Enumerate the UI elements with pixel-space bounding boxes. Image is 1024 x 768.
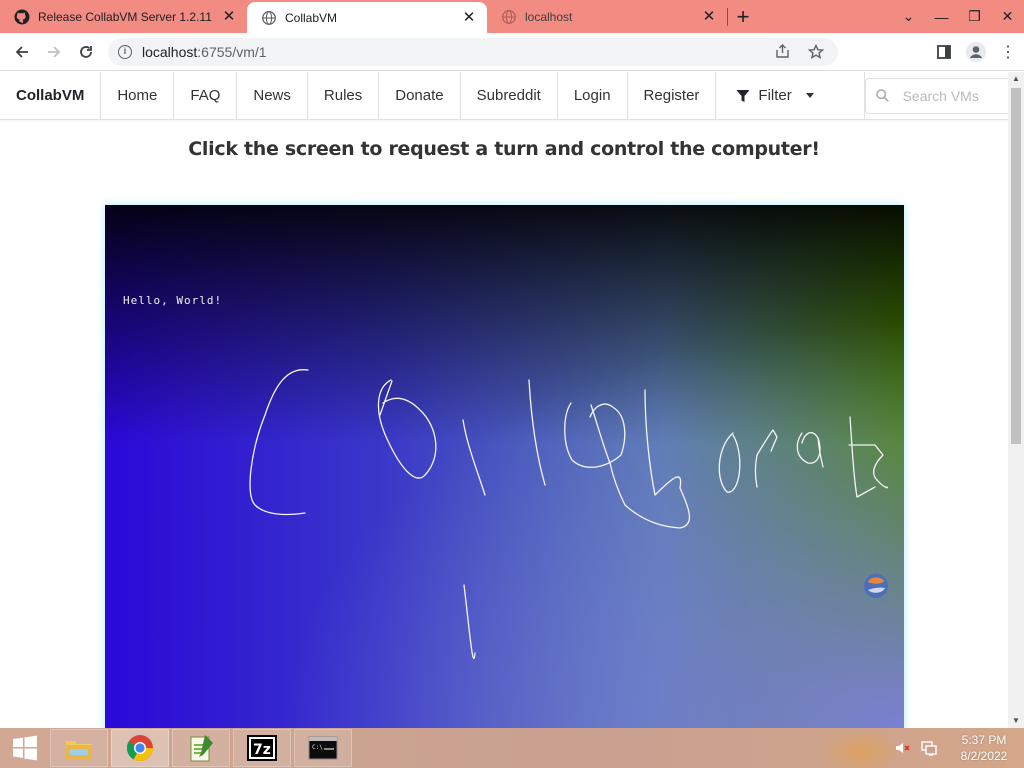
tab-title: localhost (525, 9, 573, 24)
tab-title: CollabVM (285, 10, 338, 25)
tab-release-collabvm[interactable]: Release CollabVM Server 1.2.11 ✕ (0, 0, 247, 33)
sidepanel-icon[interactable] (928, 36, 960, 68)
freehand-drawing (249, 369, 889, 660)
7zip-icon[interactable]: 7z (233, 729, 291, 767)
address-host: localhost (142, 43, 198, 60)
windows-taskbar: 7z C:\ 5:37 PM 8/2/2022 (0, 728, 1024, 768)
clock-time: 5:37 PM (961, 733, 1007, 747)
menu-icon[interactable]: ⋮ (992, 36, 1024, 68)
taskbar-wallpaper-glow (820, 728, 900, 768)
caret-down-icon (805, 93, 814, 98)
tab-localhost[interactable]: localhost ✕ (487, 0, 727, 33)
globe-icon (501, 9, 517, 25)
scroll-down-icon[interactable]: ▼ (1008, 714, 1024, 728)
back-button[interactable] (6, 36, 38, 68)
clock-date: 8/2/2022 (960, 749, 1008, 763)
windows-logo-icon (13, 735, 37, 761)
tab-collabvm[interactable]: CollabVM ✕ (247, 2, 487, 33)
svg-text:7z: 7z (253, 742, 271, 758)
site-brand[interactable]: CollabVM (0, 72, 102, 119)
network-icon[interactable] (918, 737, 940, 759)
start-button[interactable] (0, 728, 50, 768)
close-window-button[interactable]: ✕ (991, 0, 1024, 33)
nav-subreddit[interactable]: Subreddit (461, 72, 558, 119)
new-tab-button[interactable]: + (728, 0, 758, 33)
window-controls: ⌄ — ❐ ✕ (892, 0, 1024, 33)
browser-toolbar: i localhost:6755/vm/1 ⋮ (0, 33, 1024, 71)
forward-button[interactable] (38, 36, 70, 68)
profile-avatar[interactable] (960, 36, 992, 68)
nav-home[interactable]: Home (101, 72, 175, 119)
site-navbar: CollabVM Home FAQ News Rules Donate Subr… (0, 72, 1008, 120)
address-bar[interactable]: i localhost:6755/vm/1 (108, 36, 838, 68)
nav-donate[interactable]: Donate (379, 72, 461, 119)
search-vms-input[interactable]: Search VMs (864, 77, 1008, 114)
share-icon[interactable] (766, 36, 798, 68)
volume-muted-icon[interactable] (892, 737, 914, 759)
tab-title: Release CollabVM Server 1.2.11 (38, 9, 212, 24)
minimize-button[interactable]: — (925, 0, 958, 33)
close-icon[interactable]: ✕ (701, 8, 717, 25)
chrome-icon[interactable] (111, 729, 169, 767)
star-icon[interactable] (800, 36, 832, 68)
scroll-up-icon[interactable]: ▲ (1008, 72, 1024, 86)
globe-icon (261, 10, 277, 26)
notepad-icon[interactable] (172, 729, 230, 767)
turn-instructions: Click the screen to request a turn and c… (188, 138, 820, 160)
search-icon (875, 89, 889, 102)
svg-text:C:\: C:\ (312, 744, 323, 751)
filter-label: Filter (758, 87, 792, 104)
reload-button[interactable] (70, 36, 102, 68)
system-clock[interactable]: 5:37 PM 8/2/2022 (944, 732, 1024, 764)
nav-rules[interactable]: Rules (308, 72, 380, 119)
desktop-app-icon[interactable] (862, 572, 890, 600)
scrollbar-thumb[interactable] (1011, 88, 1021, 444)
search-placeholder: Search VMs (902, 87, 979, 104)
nav-news[interactable]: News (237, 72, 308, 119)
close-icon[interactable]: ✕ (221, 8, 237, 25)
github-icon (14, 9, 30, 25)
filter-icon (736, 89, 750, 102)
tab-strip: Release CollabVM Server 1.2.11 ✕ CollabV… (0, 0, 1024, 33)
filter-dropdown[interactable]: Filter (716, 72, 865, 119)
cmd-icon[interactable]: C:\ (294, 729, 352, 767)
restore-button[interactable]: ❐ (958, 0, 991, 33)
page-viewport: CollabVM Home FAQ News Rules Donate Subr… (0, 72, 1008, 728)
nav-faq[interactable]: FAQ (174, 72, 238, 119)
page-scrollbar[interactable]: ▲ ▼ (1008, 72, 1024, 728)
address-path: :6755/vm/1 (197, 43, 267, 60)
system-tray: 5:37 PM 8/2/2022 (892, 728, 1024, 768)
nav-login[interactable]: Login (558, 72, 628, 119)
info-icon[interactable]: i (118, 44, 132, 59)
close-icon[interactable]: ✕ (461, 9, 477, 26)
vm-display[interactable]: Hello, World! (105, 205, 904, 728)
chevron-down-icon[interactable]: ⌄ (892, 0, 925, 33)
file-explorer-icon[interactable] (50, 729, 108, 767)
nav-register[interactable]: Register (628, 72, 717, 119)
